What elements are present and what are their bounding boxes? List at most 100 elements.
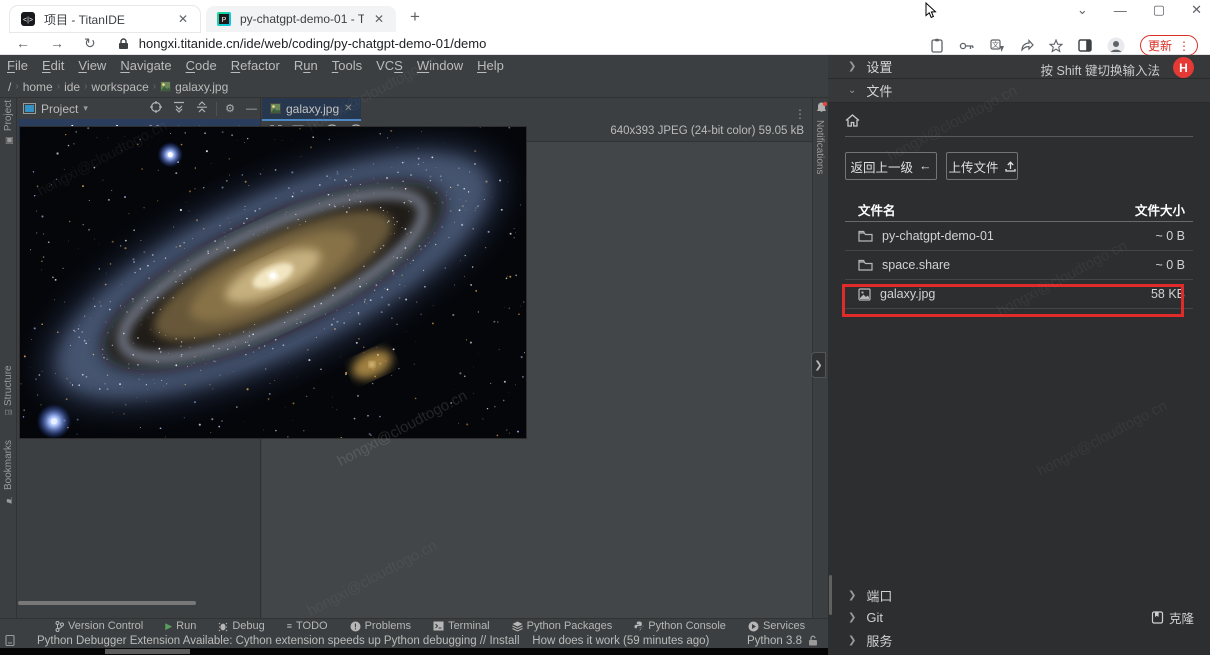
chrome-update-button[interactable]: 更新 ⋮ (1140, 35, 1198, 56)
editor-tab-bar: galaxy.jpg ✕ ⋮ (262, 98, 812, 121)
clipboard-icon[interactable] (930, 38, 944, 53)
chevron-right-icon: ❯ (848, 612, 856, 623)
stripe-notifications[interactable]: Notifications (814, 120, 825, 174)
tool-terminal[interactable]: Terminal (433, 620, 490, 632)
project-panel-title[interactable]: Project (41, 102, 78, 116)
browser-tab-project[interactable]: P py-chatgpt-demo-01 - TitanID ✕ (206, 6, 396, 32)
side-panel-icon[interactable] (1078, 39, 1092, 52)
tool-python-packages[interactable]: Python Packages (512, 620, 613, 632)
section-files[interactable]: ⌄ 文件 (828, 79, 1210, 103)
menu-window[interactable]: Window (410, 58, 470, 73)
python-interpreter[interactable]: Python 3.8 (747, 635, 802, 647)
menu-view[interactable]: View (71, 58, 113, 73)
stripe-structure[interactable]: ⌸ Structure (3, 365, 14, 415)
expand-panel-button[interactable]: ❯ (811, 352, 826, 378)
breadcrumb: / › home › ide › workspace › galaxy.jpg (8, 80, 228, 94)
url-text[interactable]: hongxi.titanide.cn/ide/web/coding/py-cha… (139, 36, 487, 51)
breadcrumb-workspace[interactable]: workspace (91, 80, 148, 94)
stripe-bookmarks[interactable]: ⚑ Bookmarks (3, 440, 14, 504)
tab-close-icon[interactable]: ✕ (372, 12, 386, 26)
menu-help[interactable]: Help (470, 58, 511, 73)
chrome-menu-icon[interactable]: ⋮ (1178, 39, 1190, 53)
install-link[interactable]: Install (489, 635, 519, 647)
tool-run[interactable]: ▶Run (165, 620, 196, 632)
window-maximize-icon[interactable]: ▢ (1153, 2, 1165, 18)
window-close-icon[interactable]: ✕ (1191, 2, 1202, 18)
menu-run[interactable]: Run (287, 58, 325, 73)
breadcrumb-home[interactable]: home (23, 80, 53, 94)
section-git[interactable]: ❯ Git 克隆 (828, 606, 1210, 628)
menu-edit[interactable]: Edit (35, 58, 71, 73)
section-ports[interactable]: ❯ 端口 (828, 584, 1210, 606)
titanide-side-panel: ❯ 设置 ⌄ 文件 (828, 55, 1210, 655)
password-key-icon[interactable] (959, 40, 975, 52)
todo-icon: ≡ (287, 621, 292, 631)
profile-avatar-icon[interactable] (1107, 37, 1125, 55)
chevron-right-icon: ❯ (848, 590, 856, 601)
stripe-project[interactable]: ▣ Project (3, 100, 14, 145)
menu-refactor[interactable]: Refactor (224, 58, 287, 73)
file-row-image-highlighted[interactable]: galaxy.jpg 58 KB (845, 280, 1193, 309)
menu-tools[interactable]: Tools (325, 58, 369, 73)
tool-version-control[interactable]: Version Control (55, 620, 143, 632)
tab-close-icon[interactable]: ✕ (176, 12, 190, 26)
window-minimize-icon[interactable]: — (1114, 3, 1127, 18)
file-row-folder[interactable]: space.share ~ 0 B (845, 251, 1193, 280)
translate-icon[interactable]: 文 (990, 39, 1005, 53)
breadcrumb-ide[interactable]: ide (64, 80, 80, 94)
collapse-all-icon[interactable] (193, 101, 211, 116)
file-row-folder[interactable]: py-chatgpt-demo-01 ~ 0 B (845, 222, 1193, 251)
gear-icon[interactable]: ⚙ (222, 102, 238, 115)
breadcrumb-root[interactable]: / (8, 80, 11, 94)
forward-icon[interactable]: → (50, 35, 64, 52)
home-icon[interactable] (845, 114, 860, 127)
breadcrumb-file[interactable]: galaxy.jpg (175, 80, 228, 94)
menu-vcs[interactable]: VCS (369, 58, 410, 73)
git-clone-button[interactable]: 克隆 (1151, 608, 1210, 627)
svg-text:文: 文 (992, 40, 999, 49)
expand-all-icon[interactable] (170, 101, 188, 116)
panel-scrollbar[interactable] (829, 575, 832, 615)
event-log-icon[interactable] (5, 635, 15, 646)
share-icon[interactable] (1020, 39, 1034, 52)
tool-debug[interactable]: Debug (218, 620, 264, 632)
tool-todo[interactable]: ≡TODO (287, 620, 328, 632)
menu-navigate[interactable]: Navigate (113, 58, 178, 73)
menu-file[interactable]: File (0, 58, 35, 73)
new-tab-button[interactable]: + (410, 7, 420, 27)
status-message: Python Debugger Extension Available: Cyt… (37, 635, 709, 647)
chevron-down-icon[interactable]: ▾ (83, 103, 88, 114)
git-clone-icon (1151, 611, 1164, 624)
tool-services[interactable]: Services (748, 620, 805, 632)
back-icon[interactable]: ← (16, 35, 30, 52)
notifications-bell-icon[interactable] (815, 101, 828, 114)
back-parent-button[interactable]: 返回上一级 ← (845, 152, 937, 180)
tool-problems[interactable]: !Problems (350, 620, 411, 632)
bottom-tool-bar: Version Control ▶Run Debug ≡TODO !Proble… (0, 618, 828, 633)
divider (845, 136, 1193, 137)
how-it-works-link[interactable]: How does it work (59 minutes ago) (532, 635, 709, 647)
tab-title: 项目 - TitanIDE (44, 11, 168, 28)
folder-icon (858, 259, 873, 271)
reload-icon[interactable]: ↻ (84, 35, 96, 52)
user-avatar[interactable]: H (1173, 57, 1194, 78)
close-icon[interactable]: ✕ (344, 103, 352, 114)
locate-file-icon[interactable] (147, 101, 165, 116)
left-tool-stripe (0, 98, 17, 618)
section-services[interactable]: ❯ 服务 (828, 629, 1210, 651)
browser-tab-titanide[interactable]: <|> 项目 - TitanIDE ✕ (10, 6, 200, 32)
upload-file-button[interactable]: 上传文件 (946, 152, 1018, 180)
tool-python-console[interactable]: Python Console (634, 620, 726, 632)
unlock-icon[interactable] (808, 635, 818, 646)
titanide-favicon: <|> (20, 11, 36, 27)
bookmark-star-icon[interactable] (1049, 39, 1063, 53)
tab-options-icon[interactable]: ⋮ (794, 107, 812, 121)
editor-tab-galaxy[interactable]: galaxy.jpg ✕ (262, 98, 361, 121)
window-menu-icon[interactable]: ⌄ (1077, 2, 1088, 18)
menu-code[interactable]: Code (179, 58, 224, 73)
horizontal-scrollbar[interactable] (105, 649, 190, 654)
folder-icon (858, 230, 873, 242)
hide-panel-icon[interactable]: — (243, 103, 260, 115)
project-scrollbar[interactable] (18, 601, 196, 605)
ide-toolbar: / › home › ide › workspace › galaxy.jpg (0, 76, 828, 98)
